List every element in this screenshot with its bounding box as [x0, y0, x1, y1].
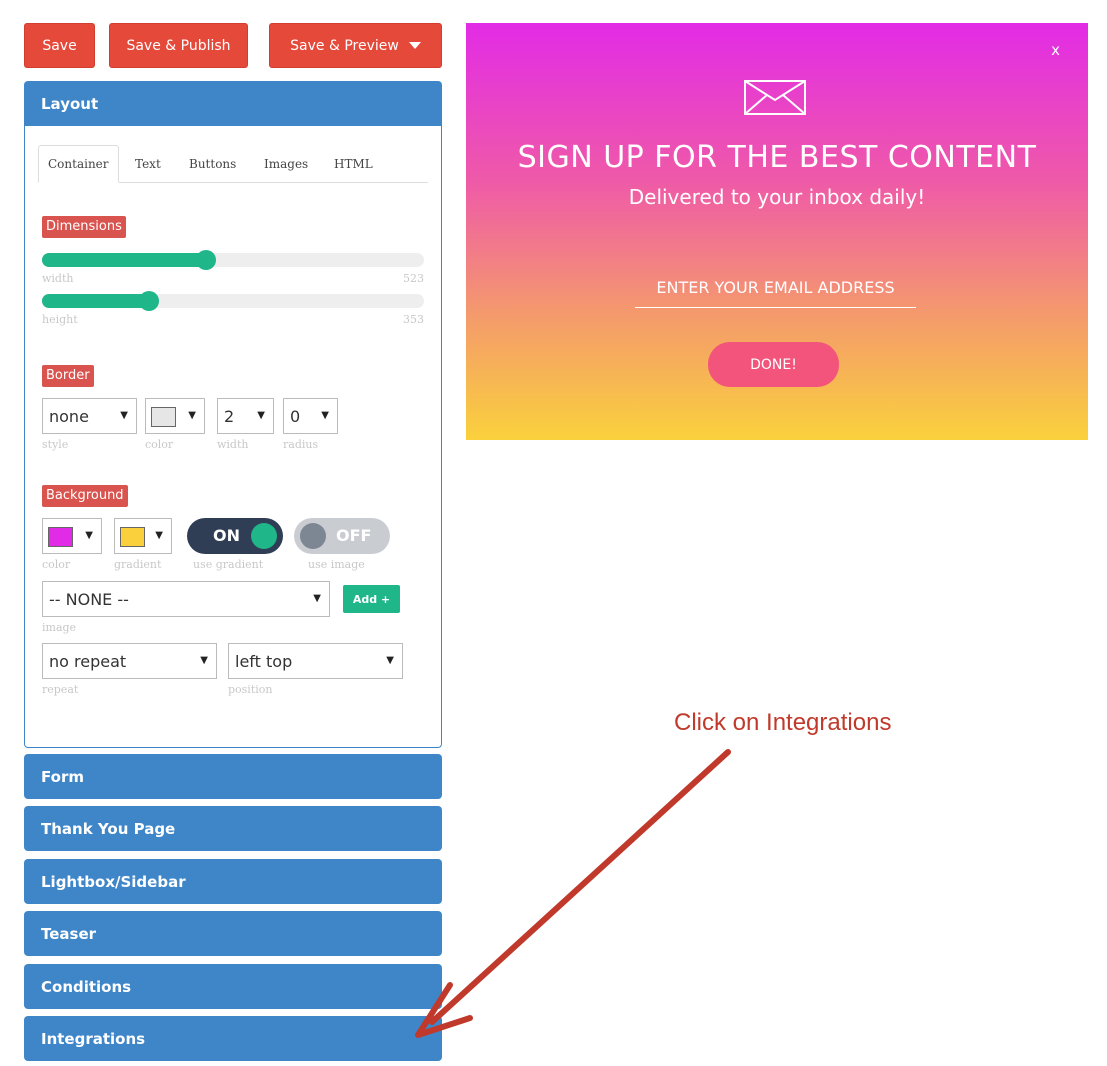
annotation-arrow-icon: [415, 749, 731, 1038]
